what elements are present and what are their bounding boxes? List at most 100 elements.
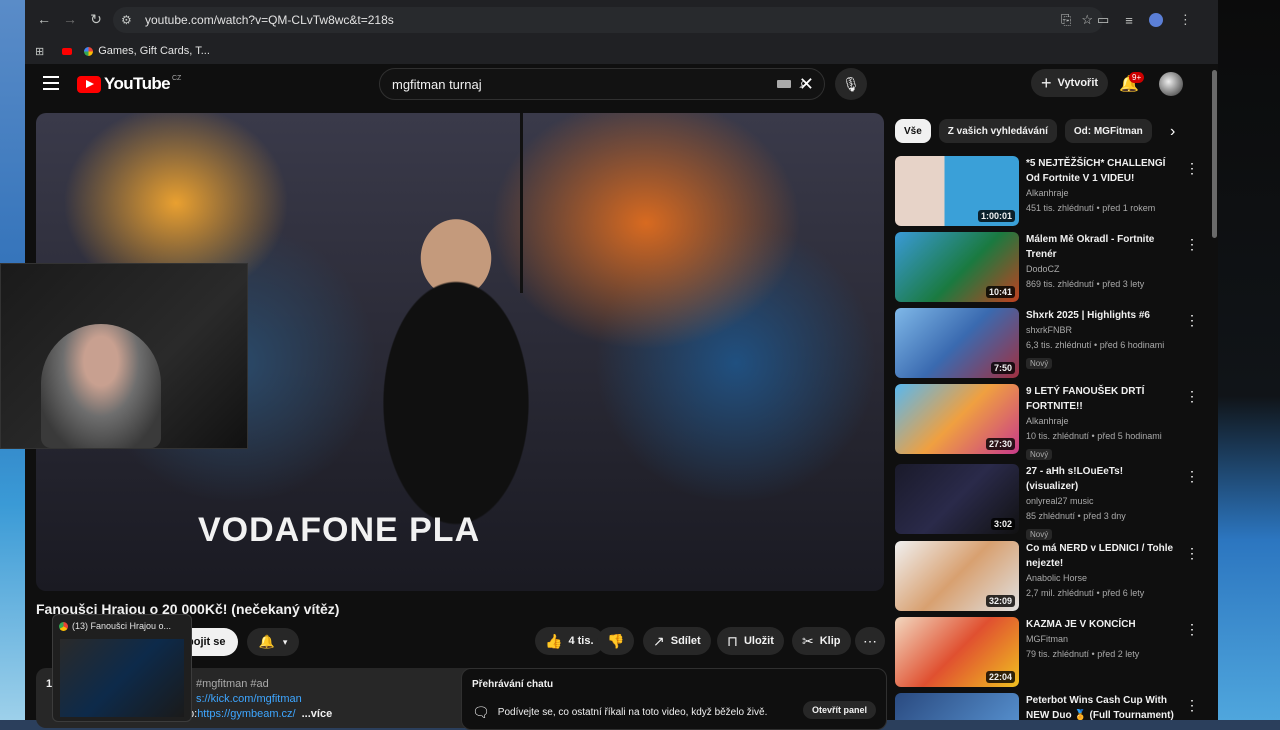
bookmark-icon: ⊓ [727,632,738,649]
chip-all[interactable]: Vše [895,119,931,143]
youtube-logo[interactable]: YouTube CZ [77,74,181,94]
create-button[interactable]: + Vytvořit [1031,69,1109,97]
site-info-icon[interactable]: ⚙ [121,13,139,27]
plus-icon: + [1041,72,1052,93]
video-thumbnail[interactable]: 22:04 [895,617,1019,687]
hashtags[interactable]: #mgfitman #ad [196,678,269,690]
region-code: CZ [172,74,182,82]
like-count: 4 tis. [568,635,594,647]
video-thumbnail[interactable]: 1:00:01 [895,156,1019,226]
more-actions-button[interactable]: ⋯ [855,627,885,655]
new-badge: Nový [1026,449,1053,460]
scrollbar-thumb[interactable] [1212,70,1217,238]
menu-icon[interactable] [43,76,59,94]
search-input[interactable]: mgfitman turnaj [392,77,777,92]
more-options-icon[interactable]: ⋮ [1185,545,1199,562]
menu-kebab-icon[interactable]: ⋮ [1179,12,1192,28]
channel-name[interactable]: MGFitman [1026,632,1176,647]
webcam-overlay [0,263,248,449]
video-title[interactable]: 27 - aHh s!LOuEeTs! (visualizer) [1026,464,1176,494]
thumbs-down-icon: 👎 [607,632,625,649]
more-options-icon[interactable]: ⋮ [1185,388,1199,405]
chrome-icon [59,621,68,631]
more-options-icon[interactable]: ⋮ [1185,468,1199,485]
back-icon[interactable]: ← [33,8,55,30]
recommendation-item[interactable]: Peterbot Wins Cash Cup With NEW Duo 🏅 (F… [895,693,1207,720]
video-duration: 10:41 [985,286,1015,298]
video-stats: 451 tis. zhlédnutí • před 1 rokem [1026,203,1156,213]
more-options-icon[interactable]: ⋮ [1185,621,1199,638]
share-button[interactable]: ↗ Sdílet [643,627,711,655]
recommendation-item[interactable]: 3:02 27 - aHh s!LOuEeTs! (visualizer) on… [895,464,1207,540]
recommendation-item[interactable]: 1:00:01 *5 NEJTĚŽŠÍCH* CHALLENGÍ Od Fort… [895,156,1207,226]
video-thumbnail[interactable]: 10:41 [895,232,1019,302]
dislike-button[interactable]: 👎 [597,627,635,655]
account-avatar[interactable] [1159,72,1183,96]
clip-button[interactable]: ✂ Klip [792,627,851,655]
youtube-bookmark-icon[interactable] [62,47,73,55]
bookmark-star-icon[interactable]: ☆ [1081,12,1093,28]
more-options-icon[interactable]: ⋮ [1185,160,1199,177]
video-title[interactable]: KAZMA JE V KONCÍCH [1026,617,1176,632]
video-title[interactable]: Co má NERD v LEDNICI / Tohle nejezte! [1026,541,1176,571]
gymbeam-link[interactable]: https://gymbeam.cz/ [197,708,295,720]
reload-icon[interactable]: ↻ [85,8,107,30]
recommendation-item[interactable]: 32:09 Co má NERD v LEDNICI / Tohle nejez… [895,541,1207,611]
search-icon[interactable]: ⌕ [785,69,823,99]
apps-grid-icon[interactable]: ⊞ [35,45,44,58]
video-duration: 27:30 [985,438,1015,450]
channel-name[interactable]: Alkanhraje [1026,186,1176,201]
like-button[interactable]: 👍 4 tis. [535,627,604,655]
more-options-icon[interactable]: ⋮ [1185,236,1199,253]
bookmark-item[interactable]: Games, Gift Cards, T... [84,45,210,57]
install-icon[interactable]: ⎘ [1061,12,1071,28]
channel-name[interactable]: Alkanhraje [1026,414,1176,429]
video-stats: 79 tis. zhlédnutí • před 2 lety [1026,649,1140,659]
channel-name[interactable]: onlyreal27 music [1026,494,1176,509]
microphone-icon[interactable]: 🎙 [835,68,867,100]
forward-icon[interactable]: → [59,8,81,30]
channel-name[interactable]: DodoCZ [1026,262,1176,277]
video-stats: 2,7 mil. zhlédnutí • před 6 lety [1026,588,1145,598]
show-more-link[interactable]: ...více [302,708,333,720]
chip-from-searches[interactable]: Z vašich vyhledávání [938,119,1057,143]
extensions-icon[interactable]: ≡ [1125,13,1133,28]
more-options-icon[interactable]: ⋮ [1185,312,1199,329]
recommendation-item[interactable]: 10:41 Málem Mě Okradl - Fortnite Trenér … [895,232,1207,302]
video-title[interactable]: *5 NEJTĚŽŠÍCH* CHALLENGÍ Od Fortnite V 1… [1026,156,1176,186]
chip-from-mgfitman[interactable]: Od: MGFitman [1064,119,1152,143]
address-bar[interactable]: ⚙ youtube.com/watch?v=QM-CLvTw8wc&t=218s… [113,7,1103,33]
tab-preview-title: (13) Fanoušci Hrajou o... [72,621,172,631]
save-button[interactable]: ⊓ Uložit [717,627,784,655]
chevron-right-icon[interactable]: › [1170,123,1175,141]
youtube-header: YouTube CZ mgfitman turnaj ✕ ⌕ 🎙 + Vytvo… [25,64,1218,104]
video-title[interactable]: 9 LETÝ FANOUŠEK DRTÍ FORTNITE!! [1026,384,1176,414]
tab-preview-popup[interactable]: (13) Fanoušci Hrajou o... [52,614,192,722]
open-panel-button[interactable]: Otevřít panel [802,701,876,719]
video-thumbnail[interactable]: 7:50 [895,308,1019,378]
video-title[interactable]: Shxrk 2025 | Highlights #6 [1026,308,1176,323]
video-title[interactable]: Málem Mě Okradl - Fortnite Trenér [1026,232,1176,262]
channel-name[interactable]: shxrkFNBR [1026,323,1176,338]
video-thumbnail[interactable]: 32:09 [895,541,1019,611]
tab-search-icon[interactable]: ▭ [1097,12,1109,28]
kick-link[interactable]: s://kick.com/mgfitman [196,693,302,705]
chat-replay-panel: Přehrávání chatu 🗨 Podívejte se, co osta… [461,668,887,730]
video-thumbnail[interactable] [895,693,1019,720]
search-box[interactable]: mgfitman turnaj ✕ [379,68,825,100]
video-title[interactable]: Peterbot Wins Cash Cup With NEW Duo 🏅 (F… [1026,693,1176,720]
profile-icon[interactable] [1148,13,1163,27]
recommendation-item[interactable]: 27:30 9 LETÝ FANOUŠEK DRTÍ FORTNITE!! Al… [895,384,1207,460]
chat-message: Podívejte se, co ostatní říkali na toto … [497,707,768,718]
recommendation-item[interactable]: 7:50 Shxrk 2025 | Highlights #6 shxrkFNB… [895,308,1207,378]
video-duration: 1:00:01 [977,210,1015,222]
bookmarks-bar: ⊞ Games, Gift Cards, T... [25,38,1218,64]
more-options-icon[interactable]: ⋮ [1185,697,1199,714]
page-scrollbar[interactable] [1211,64,1218,720]
recommendation-item[interactable]: 22:04 KAZMA JE V KONCÍCH MGFitman 79 tis… [895,617,1207,687]
video-thumbnail[interactable]: 27:30 [895,384,1019,454]
video-thumbnail[interactable]: 3:02 [895,464,1019,534]
clip-label: Klip [819,635,841,647]
channel-name[interactable]: Anabolic Horse [1026,571,1176,586]
notification-settings-button[interactable]: 🔔 ▾ [247,628,299,656]
